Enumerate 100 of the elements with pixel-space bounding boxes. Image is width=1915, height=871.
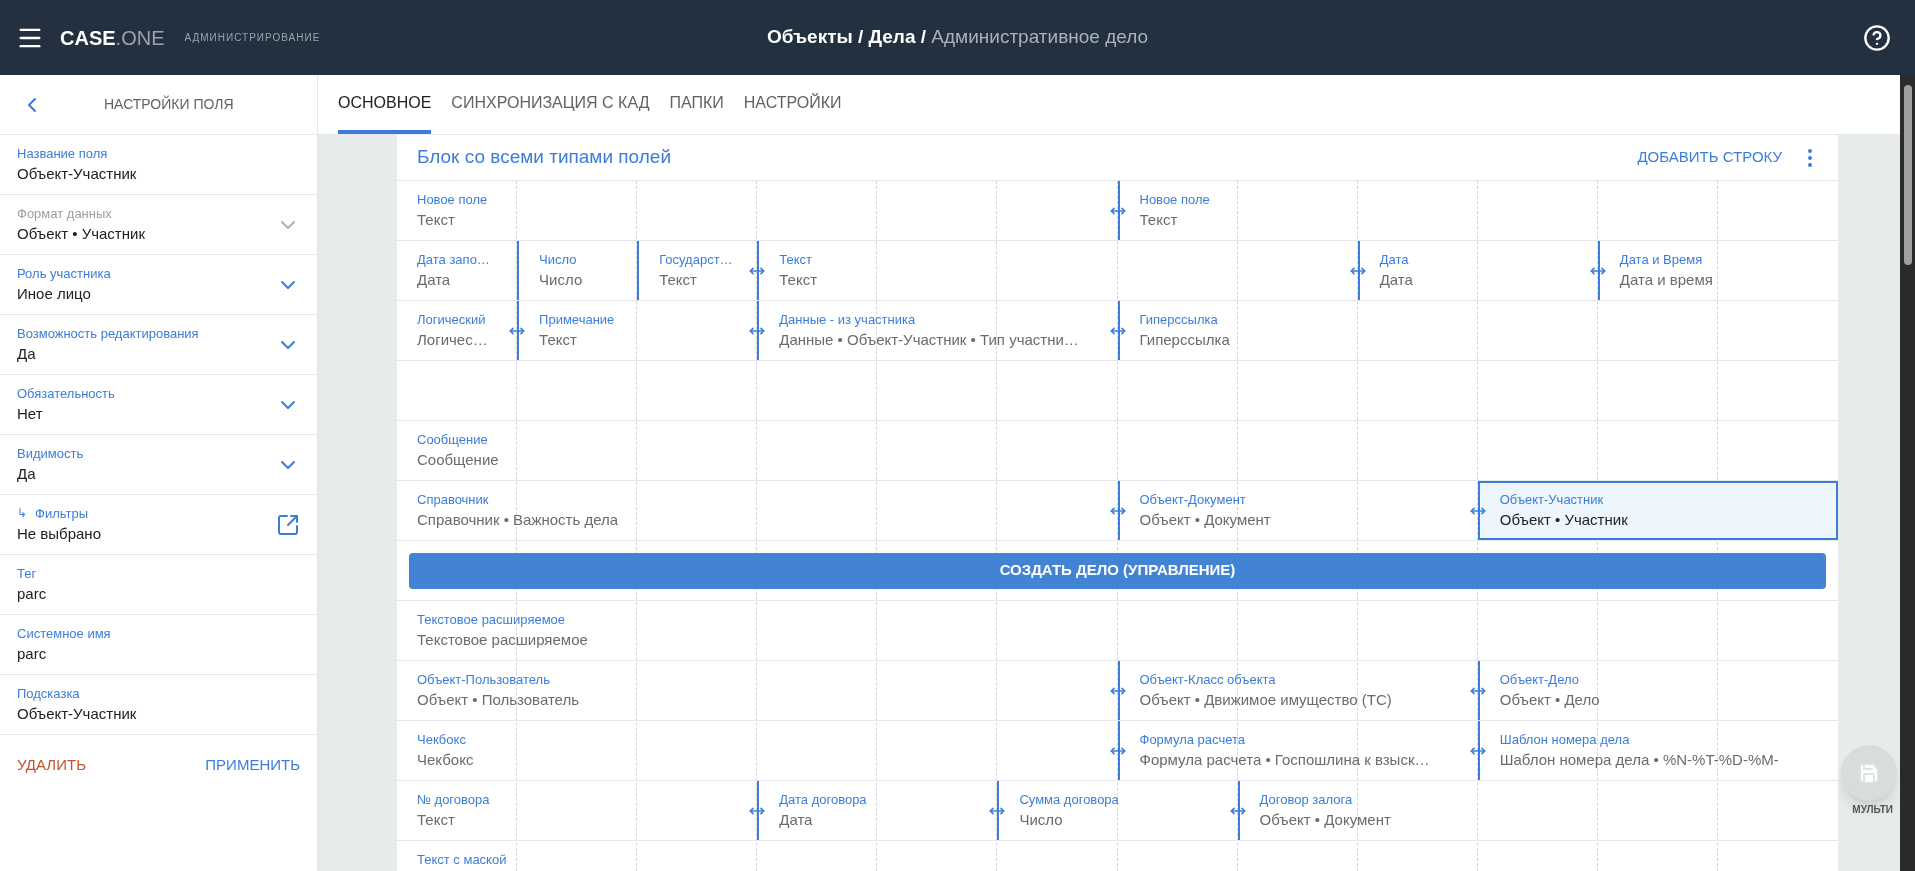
field-label: Логический — [417, 310, 487, 329]
field-cell[interactable]: Новое поле Текст — [397, 181, 1118, 240]
field-cell[interactable]: Гиперссылка Гиперссылка — [1117, 301, 1838, 360]
section-label: АДМИНИСТРИРОВАНИЕ — [184, 31, 321, 45]
field-cell[interactable]: Число Число — [517, 241, 638, 300]
field-value: Шаблон номера дела • %N-%T-%D-%M- — [1499, 750, 1780, 770]
scrollbar[interactable] — [1900, 75, 1915, 871]
field-label: Объект-Пользователь — [417, 670, 551, 689]
field-cell[interactable]: Шаблон номера дела Шаблон номера дела • %N-%T-%D-%M- — [1477, 721, 1838, 780]
field-value: Объект • Дело — [1499, 690, 1601, 710]
field-value: Дата — [417, 270, 452, 290]
field-value: Текст — [659, 270, 698, 290]
field-label: Объект-Дело — [1499, 670, 1580, 689]
field-value: Число — [1019, 810, 1064, 830]
field-label: Видимость — [17, 444, 84, 463]
field-value: Логичес… — [417, 330, 489, 350]
field-cell[interactable]: Формула расчета Формула расчета • Госпошлина к взыск… — [1117, 721, 1478, 780]
field-cell[interactable]: Чекбокс Чекбокс — [397, 721, 1118, 780]
field-value: Текст — [417, 210, 456, 230]
field-label: Шаблон номера дела — [1499, 730, 1631, 749]
field-label: Число — [539, 250, 578, 269]
field-cell[interactable]: Сообщение Сообщение — [397, 421, 1838, 480]
tab[interactable]: НАСТРОЙКИ — [743, 75, 842, 134]
tab[interactable]: СИНХРОНИЗАЦИЯ С КАД — [451, 75, 650, 134]
field-label: Дата — [1379, 250, 1410, 269]
field-label: Обязательность — [17, 384, 115, 403]
field-value: Текстовое расширяемое — [417, 630, 589, 650]
field-cell[interactable]: Объект-Дело Объект • Дело — [1477, 661, 1838, 720]
field-label: Дата договора — [779, 790, 868, 809]
field-label: Объект-Участник — [1499, 490, 1605, 509]
field-label: Объект-Класс объекта — [1139, 670, 1277, 689]
field-value: Чекбокс — [417, 750, 475, 770]
field-cell[interactable]: Справочник Справочник • Важность дела — [397, 481, 1118, 540]
field-label: Справочник — [417, 490, 490, 509]
field-value: Объект • Участник — [1499, 510, 1629, 530]
field-value: Объект • Документ — [1139, 510, 1272, 530]
field-label: № договора — [417, 790, 491, 809]
field-label: Гиперссылка — [1139, 310, 1219, 329]
panel-title: НАСТРОЙКИ ПОЛЯ — [104, 94, 234, 114]
field-label: Текст — [779, 250, 813, 269]
save-icon — [1857, 761, 1881, 785]
field-label: Дата запо… — [417, 250, 491, 269]
field-cell[interactable]: № договора Текст — [397, 781, 758, 840]
field-cell[interactable]: Дата запо… Дата — [397, 241, 518, 300]
block-title: Блок со всеми типами полей — [417, 145, 671, 170]
field-label: Системное имя — [17, 624, 111, 643]
field-value[interactable]: Объект-Участник — [17, 703, 300, 726]
add-row-button[interactable]: ДОБАВИТЬ СТРОКУ — [1637, 146, 1782, 169]
external-link-icon[interactable] — [276, 512, 300, 537]
field-label: Чекбокс — [417, 730, 467, 749]
field-value: Объект • Движимое имущество (ТС) — [1139, 690, 1393, 710]
field-value[interactable]: Не выбрано — [17, 523, 276, 546]
field-cell[interactable]: Государст… Текст — [637, 241, 758, 300]
field-cell[interactable]: Данные - из участника Данные • Объект-Участник • Тип участни… — [757, 301, 1118, 360]
field-value: Текст — [417, 810, 456, 830]
field-label: Фильтры — [35, 504, 88, 523]
field-cell[interactable]: Логический Логичес… — [397, 301, 518, 360]
create-case-button[interactable]: СОЗДАТЬ ДЕЛО (УПРАВЛЕНИЕ) — [409, 552, 1826, 589]
field-cell[interactable]: Сумма договора Число — [997, 781, 1238, 840]
field-label: Данные - из участника — [779, 310, 917, 329]
field-value: Текст — [779, 270, 818, 290]
tab[interactable]: ПАПКИ — [669, 75, 724, 134]
field-value[interactable]: Нет — [17, 403, 276, 426]
field-cell[interactable]: Примечание Текст — [517, 301, 758, 360]
field-value[interactable]: Да — [17, 463, 276, 486]
field-value: Объект • Документ — [1259, 810, 1392, 830]
field-value[interactable]: Объект-Участник — [17, 163, 300, 186]
field-value[interactable]: Иное лицо — [17, 283, 276, 306]
field-label: Роль участника — [17, 264, 111, 283]
field-label: Договор залога — [1259, 790, 1354, 809]
field-cell[interactable]: Текстовое расширяемое Текстовое расширяемое — [397, 601, 1838, 660]
field-value[interactable]: Да — [17, 343, 276, 366]
field-label: Примечание — [539, 310, 616, 329]
field-value: Объект • Пользователь — [417, 690, 580, 710]
field-label: Тег — [17, 564, 37, 583]
field-cell[interactable]: Текст Текст — [757, 241, 1358, 300]
field-value: Дата и время — [1619, 270, 1714, 290]
field-cell[interactable]: Дата договора Дата — [757, 781, 998, 840]
field-label: Дата и Время — [1619, 250, 1704, 269]
field-value[interactable]: parc — [17, 583, 300, 606]
field-value[interactable]: parc — [17, 643, 300, 666]
apply-button[interactable]: ПРИМЕНИТЬ — [205, 753, 300, 777]
field-cell[interactable]: Новое поле Текст — [1117, 181, 1838, 240]
field-cell[interactable]: Объект-Участник Объект • Участник — [1477, 481, 1838, 540]
field-value: Дата — [1379, 270, 1414, 290]
field-label: Текст с маской — [417, 852, 507, 867]
help-icon[interactable] — [1863, 23, 1891, 52]
field-label: Возможность редактирования — [17, 324, 199, 343]
field-label: Формула расчета — [1139, 730, 1246, 749]
field-cell[interactable]: Дата и Время Дата и время — [1597, 241, 1838, 300]
field-cell[interactable]: Объект-Класс объекта Объект • Движимое имущество (ТС) — [1117, 661, 1478, 720]
delete-button[interactable]: УДАЛИТЬ — [17, 753, 86, 777]
field-cell[interactable]: Объект-Пользователь Объект • Пользователь — [397, 661, 1118, 720]
field-value: Число — [539, 270, 584, 290]
field-cell[interactable]: Договор залога Объект • Документ — [1237, 781, 1838, 840]
field-label: Новое поле — [417, 190, 489, 209]
field-label: Объект-Документ — [1139, 490, 1247, 509]
fab-label: МУЛЬТИ — [1852, 803, 1893, 817]
field-cell[interactable]: Дата Дата — [1357, 241, 1598, 300]
app-logo: CASE.ONE — [60, 25, 165, 51]
